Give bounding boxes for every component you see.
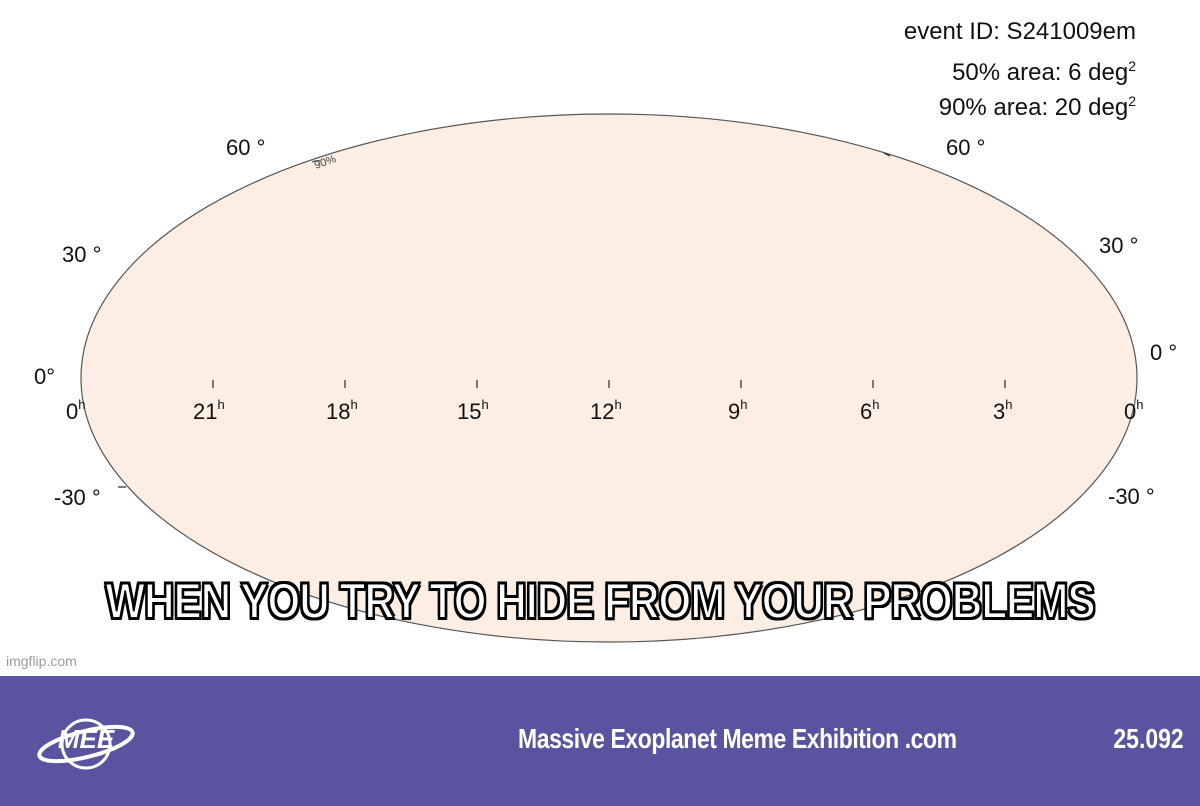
meme-caption: WHEN YOU TRY TO HIDE FROM YOUR PROBLEMS [104, 572, 1096, 630]
area-90-value: 90% area: 20 deg [938, 94, 1129, 121]
imgflip-watermark: imgflip.com [6, 653, 77, 669]
mollweide-sky-ellipse [80, 113, 1138, 643]
dec-label-left-0: 0° [34, 364, 55, 389]
footer-site-name[interactable]: Massive Exoplanet Meme Exhibition .com [518, 723, 957, 755]
dec-label-left-minus30: -30 ° [54, 485, 101, 510]
event-id-text: event ID: S241009em [903, 18, 1136, 45]
dec-label-right-minus30: -30 ° [1108, 484, 1155, 509]
meme-page: 90% 0h 21h 18h 15h 12h 9h 6h 3h 0h 60 ° … [0, 0, 1200, 806]
area-90-text: 90% area: 20 deg2 [939, 86, 1136, 123]
area-90-superscript: 2 [1128, 93, 1136, 109]
dec-label-left-30: 30 ° [62, 242, 101, 267]
mee-globe-logo-icon[interactable]: MEE [34, 706, 140, 782]
area-50-text: 50% area: 6 deg2 [952, 51, 1136, 88]
dec-label-right-30: 30 ° [1099, 233, 1138, 258]
ra-label-0-right: 0h [1124, 397, 1143, 424]
footer-banner: MEE Massive Exoplanet Meme Exhibition .c… [0, 676, 1200, 806]
footer-meme-number: 25.092 [1113, 723, 1184, 754]
svg-text:MEE: MEE [58, 724, 115, 754]
meme-image: 90% 0h 21h 18h 15h 12h 9h 6h 3h 0h 60 ° … [0, 0, 1200, 676]
area-50-superscript: 2 [1128, 58, 1136, 74]
area-50-value: 50% area: 6 deg [952, 59, 1129, 86]
ra-label-0-left: 0h [66, 397, 85, 424]
dec-label-right-0: 0 ° [1150, 340, 1177, 365]
dec-label-right-60: 60 ° [946, 135, 985, 160]
dec-label-left-60: 60 ° [226, 135, 265, 160]
